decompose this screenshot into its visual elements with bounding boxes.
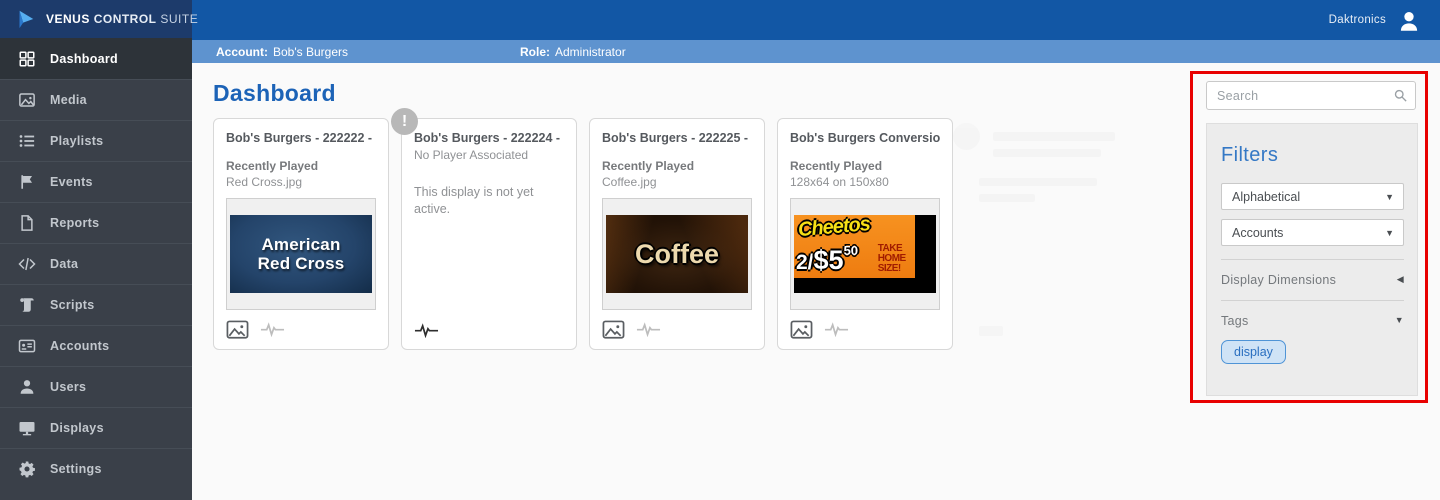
display-card-status: No Player Associated: [414, 148, 529, 162]
display-card[interactable]: Bob's Burgers Conversion ... Recently Pl…: [777, 118, 953, 350]
display-card-message: This display is not yet active.: [414, 185, 534, 216]
sidebar-item-reports[interactable]: Reports: [0, 202, 192, 243]
page-title: Dashboard: [213, 80, 336, 106]
ghost-card: [953, 118, 1141, 350]
display-card[interactable]: Bob's Burgers - 222222 - 1... Recently P…: [213, 118, 389, 350]
media-preview-icon[interactable]: [790, 320, 813, 339]
warning-badge: !: [391, 108, 418, 135]
sidebar-item-label: Scripts: [50, 298, 95, 312]
display-card-title: Bob's Burgers - 222224 - 1...: [414, 131, 564, 145]
user-avatar-icon[interactable]: [1396, 8, 1422, 34]
code-icon: [17, 255, 36, 274]
sidebar-item-events[interactable]: Events: [0, 161, 192, 202]
display-card[interactable]: Bob's Burgers - 222225 - 1... Recently P…: [589, 118, 765, 350]
sidebar-item-label: Accounts: [50, 339, 110, 353]
display-card-status: Recently Played: [790, 159, 883, 173]
person-icon: [17, 378, 36, 397]
app-title: VENUS CONTROL SUITE: [46, 12, 199, 26]
venus-control-suite-app: Daktronics Account: Bob's Burgers Role: …: [0, 0, 1440, 500]
sidebar-item-label: Dashboard: [50, 51, 118, 66]
sidebar-item-label: Reports: [50, 216, 100, 230]
display-card-detail: Coffee.jpg: [602, 175, 657, 189]
display-preview-image: Cheetos 2/$550 TAKE HOME SIZE!: [794, 215, 936, 293]
account-label: Account:: [216, 44, 268, 59]
divider: [1221, 259, 1404, 260]
app-logo[interactable]: VENUS CONTROL SUITE: [0, 0, 198, 38]
activity-pulse-icon[interactable]: [824, 321, 849, 338]
chevron-down-icon: ▼: [1394, 315, 1404, 325]
sidebar-item-label: Media: [50, 93, 87, 107]
media-preview-icon[interactable]: [602, 320, 625, 339]
sidebar-item-label: Settings: [50, 462, 102, 476]
sidebar-item-playlists[interactable]: Playlists: [0, 120, 192, 161]
display-preview-frame: Cheetos 2/$550 TAKE HOME SIZE!: [790, 198, 940, 310]
sidebar-item-media[interactable]: Media: [0, 79, 192, 120]
filters-panel: Filters Alphabetical ▼ Accounts ▼ Displa…: [1206, 123, 1418, 396]
sidebar-item-label: Data: [50, 257, 79, 271]
sidebar-item-label: Users: [50, 380, 87, 394]
sidebar-nav: Dashboard Media Playlists Events Reports…: [0, 38, 192, 489]
accounts-filter-select[interactable]: Accounts ▼: [1221, 219, 1404, 246]
sidebar-item-displays[interactable]: Displays: [0, 407, 192, 448]
sidebar-item-label: Events: [50, 175, 93, 189]
chevron-down-icon: ▼: [1385, 228, 1394, 238]
account-value: Bob's Burgers: [273, 44, 348, 59]
display-preview-image: Coffee: [606, 215, 748, 293]
sidebar-item-dashboard[interactable]: Dashboard: [0, 38, 192, 79]
sidebar-item-label: Displays: [50, 421, 104, 435]
display-card-status: Recently Played: [602, 159, 695, 173]
divider: [1221, 300, 1404, 301]
display-card-detail: Red Cross.jpg: [226, 175, 303, 189]
venus-logo-icon: [14, 8, 36, 30]
display-preview-image: American Red Cross: [230, 215, 372, 293]
activity-pulse-icon[interactable]: [636, 321, 661, 338]
tag-chip-display[interactable]: display: [1221, 340, 1286, 364]
display-card[interactable]: ! Bob's Burgers - 222224 - 1... No Playe…: [391, 108, 577, 350]
media-icon: [17, 91, 36, 110]
sidebar: VENUS CONTROL SUITE Dashboard Media Play…: [0, 0, 198, 500]
chevron-left-icon: ◀: [1396, 274, 1404, 284]
sidebar-item-data[interactable]: Data: [0, 243, 192, 284]
activity-pulse-icon[interactable]: [260, 321, 285, 338]
sidebar-item-accounts[interactable]: Accounts: [0, 325, 192, 366]
search-input[interactable]: [1206, 81, 1416, 110]
display-preview-frame: American Red Cross: [226, 198, 376, 310]
filters-title: Filters: [1221, 144, 1279, 166]
sidebar-item-settings[interactable]: Settings: [0, 448, 192, 489]
annotation-highlight-box: Filters Alphabetical ▼ Accounts ▼ Displa…: [1190, 71, 1428, 403]
top-bar: Daktronics: [192, 0, 1440, 40]
playlists-icon: [17, 132, 36, 151]
role-value: Administrator: [555, 44, 626, 59]
account-bar: Account: Bob's Burgers Role: Administrat…: [192, 40, 1440, 63]
display-card-status: Recently Played: [226, 159, 319, 173]
display-preview-frame: Coffee: [602, 198, 752, 310]
user-name: Daktronics: [1328, 14, 1386, 26]
display-card-title: Bob's Burgers - 222222 - 1...: [226, 131, 376, 145]
display-dimensions-section-toggle[interactable]: Display Dimensions ◀: [1221, 273, 1404, 287]
id-card-icon: [17, 337, 36, 356]
script-scroll-icon: [17, 296, 36, 315]
sidebar-item-label: Playlists: [50, 134, 104, 148]
dashboard-icon: [17, 49, 36, 68]
activity-pulse-icon[interactable]: [414, 323, 439, 339]
chevron-down-icon: ▼: [1385, 192, 1394, 202]
monitor-icon: [17, 419, 36, 438]
sort-order-select[interactable]: Alphabetical ▼: [1221, 183, 1404, 210]
search-icon[interactable]: [1393, 88, 1408, 103]
flag-icon: [17, 173, 36, 192]
display-card-detail: 128x64 on 150x80: [790, 175, 889, 189]
display-card-title: Bob's Burgers Conversion ...: [790, 131, 940, 145]
media-preview-icon[interactable]: [226, 320, 249, 339]
role-label: Role:: [520, 44, 550, 59]
user-menu[interactable]: Daktronics: [1329, 0, 1386, 40]
display-card-title: Bob's Burgers - 222225 - 1...: [602, 131, 752, 145]
document-icon: [17, 214, 36, 233]
sidebar-item-scripts[interactable]: Scripts: [0, 284, 192, 325]
gear-icon: [17, 460, 36, 479]
tags-section-toggle[interactable]: Tags ▼: [1221, 314, 1404, 328]
sidebar-item-users[interactable]: Users: [0, 366, 192, 407]
